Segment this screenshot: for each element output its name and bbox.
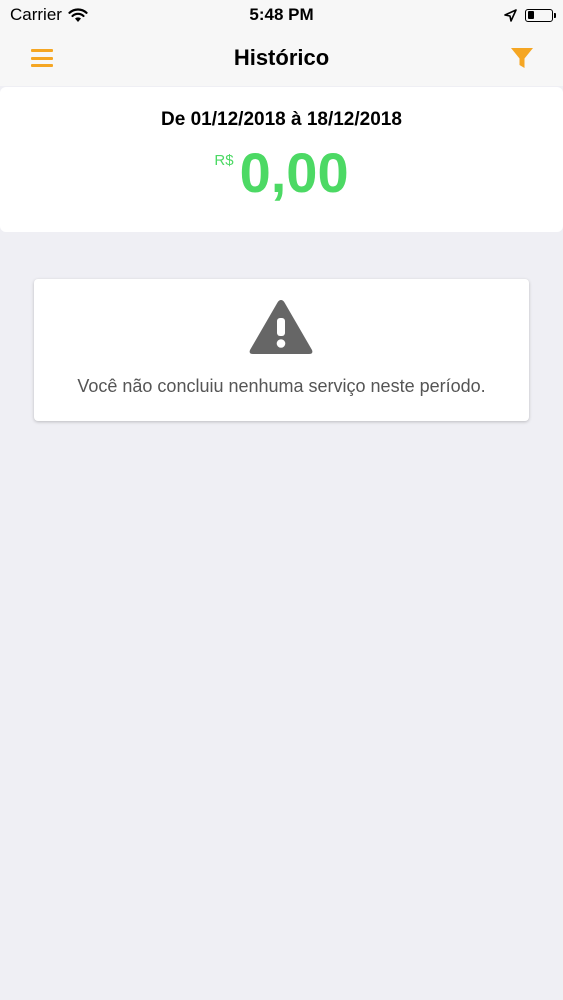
empty-state-message: Você não concluiu nenhuma serviço neste … bbox=[77, 376, 486, 396]
carrier-label: Carrier bbox=[10, 5, 62, 24]
menu-icon-bar bbox=[31, 64, 53, 67]
navigation-bar: Histórico bbox=[0, 30, 563, 86]
currency-symbol: R$ bbox=[214, 152, 234, 169]
status-bar: Carrier 5:48 PM bbox=[0, 0, 563, 30]
summary-card: De 01/12/2018 à 18/12/2018 R$ 0,00 bbox=[0, 87, 563, 232]
wifi-icon bbox=[68, 7, 88, 22]
menu-icon-bar bbox=[31, 56, 53, 60]
location-arrow-icon bbox=[504, 8, 517, 22]
amount-value: 0,00 bbox=[239, 141, 349, 204]
battery-icon bbox=[525, 8, 556, 22]
warning-icon bbox=[249, 300, 313, 354]
total-amount: R$ 0,00 bbox=[0, 143, 563, 203]
filter-icon[interactable] bbox=[510, 46, 534, 70]
page-title: Histórico bbox=[233, 45, 330, 70]
menu-button[interactable] bbox=[31, 49, 53, 67]
period-label: De 01/12/2018 à 18/12/2018 bbox=[161, 109, 402, 130]
menu-icon-bar bbox=[31, 49, 53, 52]
